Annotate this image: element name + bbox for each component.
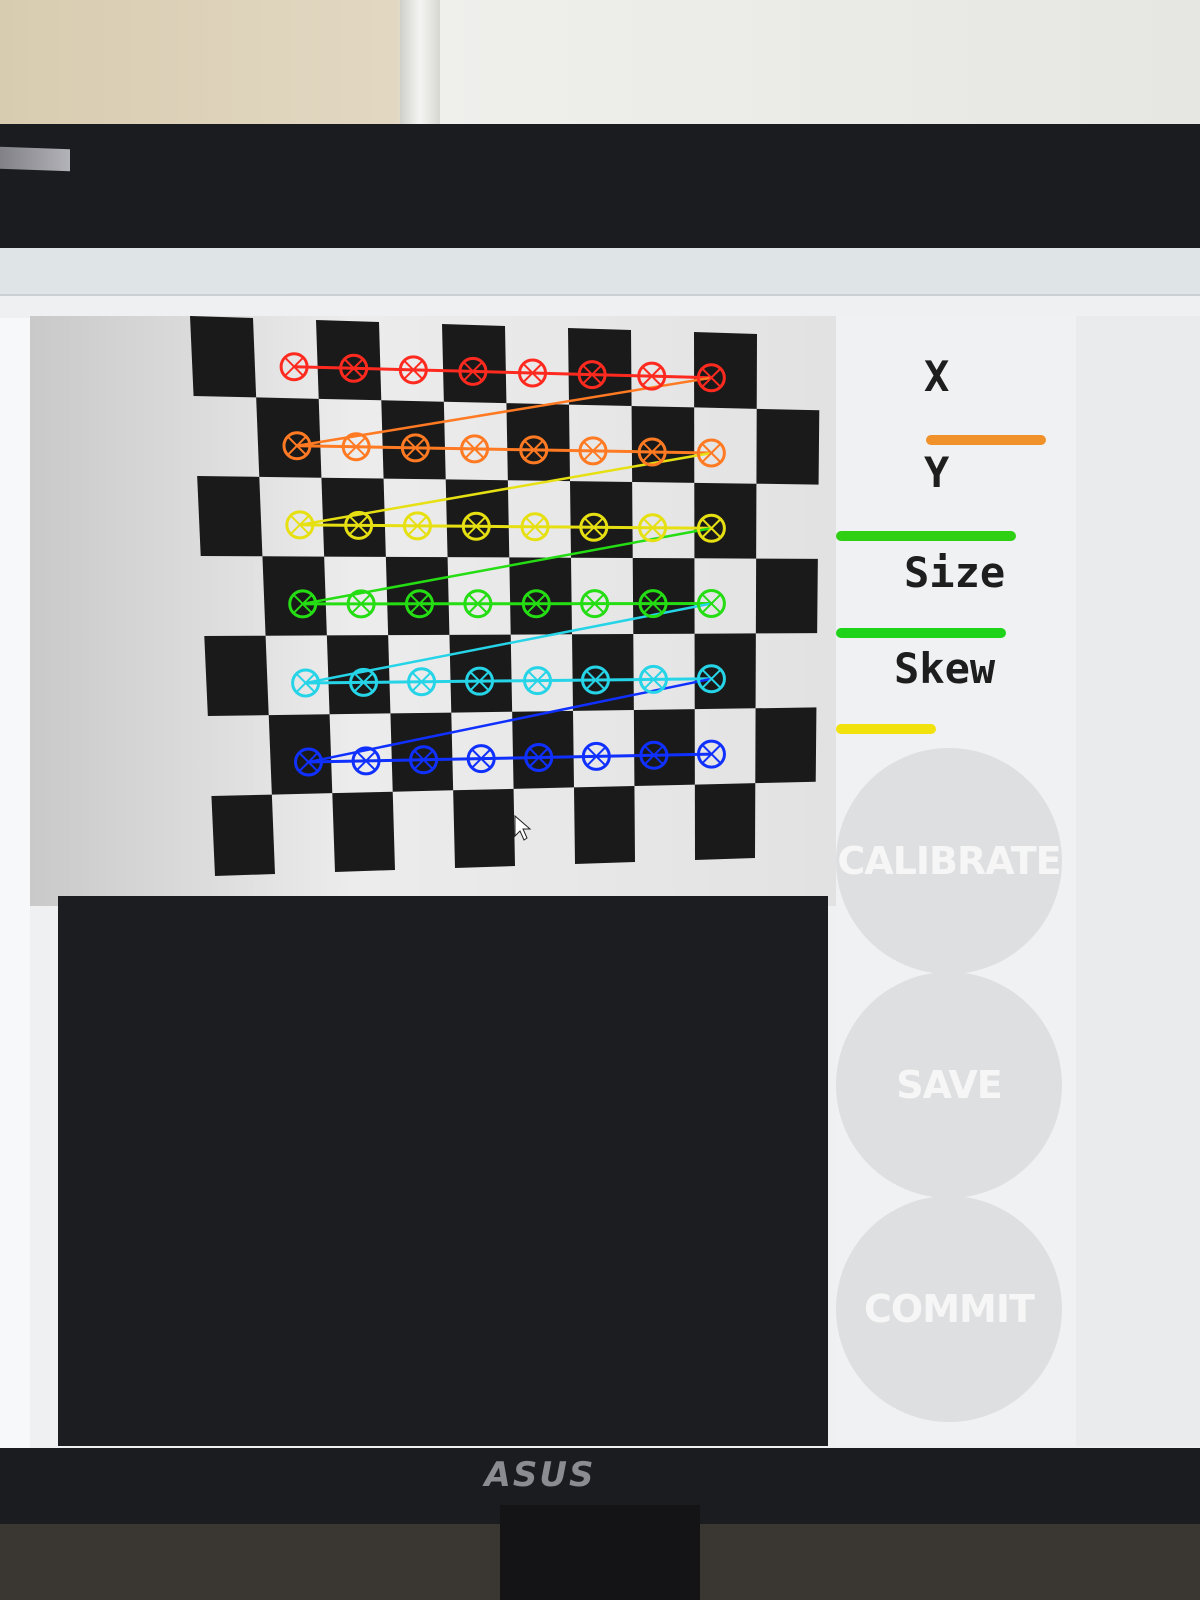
checker-square (390, 712, 454, 792)
screen: X Y Size Skew CALIBRATE SAVE COMMIT (0, 248, 1200, 1448)
checker-square (332, 791, 395, 872)
checker-square (197, 476, 263, 557)
commit-button-label: COMMIT (864, 1287, 1035, 1331)
checker-square (326, 635, 391, 715)
save-button-label: SAVE (896, 1063, 1003, 1107)
calibration-panel: X Y Size Skew CALIBRATE SAVE COMMIT (836, 316, 1076, 1446)
checker-square (453, 788, 515, 868)
checker-square (442, 324, 507, 404)
checker-square (385, 556, 450, 636)
rectified-view (58, 896, 828, 1446)
checker-square (694, 783, 756, 860)
metric-label-skew: Skew (894, 644, 996, 693)
checker-square (321, 477, 386, 557)
checker-square (381, 400, 446, 480)
window-right-margin (1076, 316, 1200, 1446)
checker-square (509, 557, 572, 635)
window-left-margin (0, 318, 30, 1448)
checker-square (316, 320, 382, 401)
checker-square (574, 786, 635, 864)
window-title-bar (0, 248, 1200, 296)
checkerboard-image (30, 316, 836, 906)
checker-square (506, 403, 570, 482)
save-button[interactable]: SAVE (836, 972, 1062, 1198)
checker-square (512, 710, 574, 789)
metric-label-x: X (924, 352, 950, 401)
calibrate-button[interactable]: CALIBRATE (836, 748, 1062, 974)
checker-square (449, 634, 513, 713)
checker-square (190, 316, 257, 398)
metric-bar-y (926, 435, 1046, 445)
checker-square (755, 707, 817, 784)
metric-bar-skew (836, 628, 1006, 638)
monitor-logo: ASUS (484, 1455, 596, 1495)
checker-square (211, 794, 275, 876)
metric-label-size: Size (904, 548, 1006, 597)
calibrate-button-label: CALIBRATE (837, 839, 1061, 883)
camera-view[interactable] (30, 316, 836, 906)
monitor-stand (500, 1505, 700, 1600)
checker-square (204, 635, 269, 716)
checker-square (755, 558, 818, 634)
commit-button[interactable]: COMMIT (836, 1196, 1062, 1422)
bezel-reflection (0, 146, 70, 172)
metric-bar-unlabeled (836, 724, 936, 734)
metric-label-y: Y (924, 448, 950, 497)
checker-square (756, 408, 820, 485)
metric-bar-size (836, 531, 1016, 541)
